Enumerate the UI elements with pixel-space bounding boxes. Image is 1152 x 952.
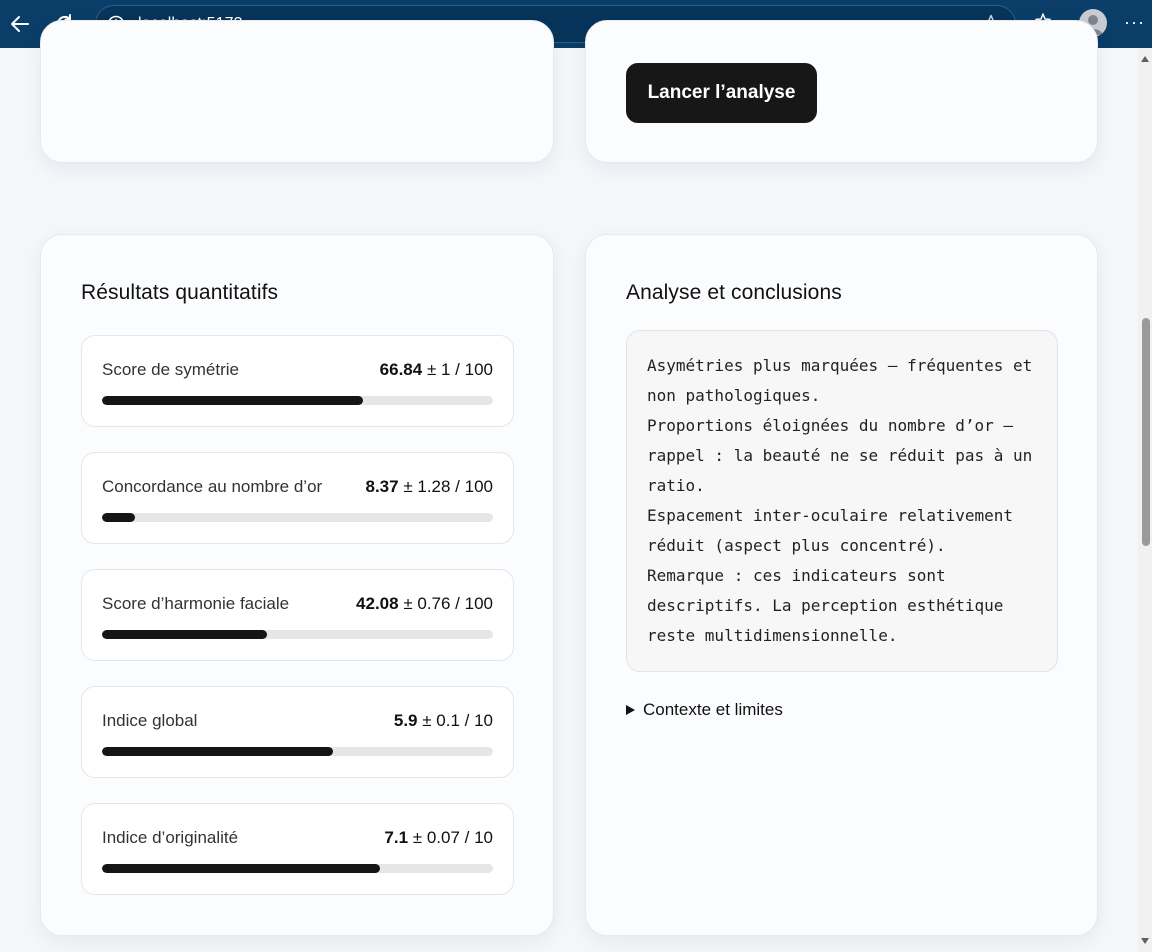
- progress-bar: [102, 864, 493, 873]
- analysis-line: rappel : la beauté ne se réduit pas à un: [647, 446, 1033, 465]
- metric-card: Indice d’originalité 7.1 ± 0.07 / 10: [81, 803, 514, 895]
- metric-label: Score de symétrie: [102, 360, 239, 379]
- metric-label: Indice d’originalité: [102, 828, 239, 847]
- scroll-down-icon[interactable]: [1141, 938, 1149, 944]
- launch-analysis-button[interactable]: Lancer l’analyse: [626, 63, 817, 123]
- progress-bar: [102, 747, 493, 756]
- metric-value: 42.08 ± 0.76 / 100: [356, 594, 493, 613]
- back-icon[interactable]: [4, 8, 36, 40]
- scrollbar-thumb[interactable]: [1142, 318, 1150, 546]
- metric-value: 5.9 ± 0.1 / 10: [393, 711, 493, 730]
- analysis-title: Analyse et conclusions: [626, 281, 842, 304]
- progress-fill: [102, 864, 380, 873]
- progress-fill: [102, 396, 364, 405]
- metric-card: Concordance au nombre d’or 8.37 ± 1.28 /…: [81, 452, 514, 544]
- progress-fill: [102, 630, 267, 639]
- metric-value: 8.37 ± 1.28 / 100: [365, 477, 493, 496]
- metric-value: 7.1 ± 0.07 / 10: [384, 828, 493, 847]
- metric-value: 66.84 ± 1 / 100: [379, 360, 493, 379]
- analysis-line: descriptifs. La perception esthétique: [647, 596, 1004, 615]
- analysis-line: ratio.: [647, 476, 705, 495]
- details-label: Contexte et limites: [643, 700, 783, 719]
- metric-card: Indice global 5.9 ± 0.1 / 10: [81, 686, 514, 778]
- analysis-line: réduit (aspect plus concentré).: [647, 536, 946, 555]
- analysis-line: Remarque : ces indicateurs sont: [647, 566, 946, 585]
- analysis-line: non pathologiques.: [647, 386, 821, 405]
- more-options-icon[interactable]: ···: [1124, 12, 1145, 33]
- progress-bar: [102, 630, 493, 639]
- progress-bar: [102, 396, 493, 405]
- analysis-line: Espacement inter-oculaire relativement: [647, 506, 1014, 525]
- metric-label: Concordance au nombre d’or: [102, 477, 323, 496]
- metric-label: Indice global: [102, 711, 198, 730]
- analysis-text-box: Asymétries plus marquées — fréquentes et…: [626, 330, 1058, 672]
- progress-bar: [102, 513, 493, 522]
- upload-card: [40, 20, 554, 163]
- disclosure-triangle-icon: [626, 705, 635, 715]
- progress-fill: [102, 747, 333, 756]
- page-scrollbar[interactable]: [1138, 48, 1152, 952]
- progress-fill: [102, 513, 135, 522]
- analysis-line: Proportions éloignées du nombre d’or —: [647, 416, 1014, 435]
- scroll-up-icon[interactable]: [1141, 56, 1149, 62]
- metric-card: Score d’harmonie faciale 42.08 ± 0.76 / …: [81, 569, 514, 661]
- analysis-line: reste multidimensionnelle.: [647, 626, 898, 645]
- metric-card: Score de symétrie 66.84 ± 1 / 100: [81, 335, 514, 427]
- metric-label: Score d’harmonie faciale: [102, 594, 290, 613]
- analysis-line: Asymétries plus marquées — fréquentes et: [647, 356, 1033, 375]
- results-title: Résultats quantitatifs: [81, 281, 279, 304]
- context-details-toggle[interactable]: Contexte et limites: [626, 700, 783, 720]
